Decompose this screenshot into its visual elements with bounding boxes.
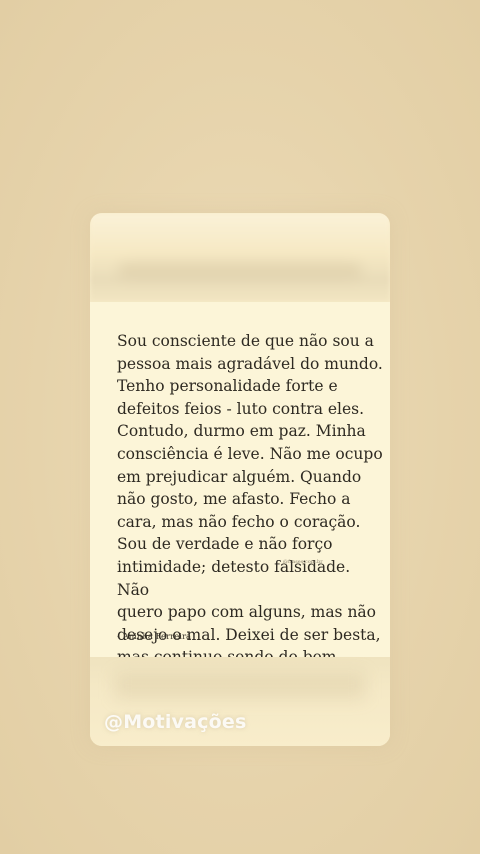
card-top-blurred-area [90, 213, 390, 302]
quote-author: - Aninha Ferreira [117, 632, 192, 642]
quote-panel: Sou consciente de que não sou a pessoa m… [90, 302, 390, 666]
quote-card: Sou consciente de que não sou a pessoa m… [90, 213, 390, 746]
quote-text: Sou consciente de que não sou a pessoa m… [117, 332, 383, 666]
account-handle: @Motivações [104, 711, 247, 733]
small-watermark: @frases.com.br [283, 559, 323, 565]
